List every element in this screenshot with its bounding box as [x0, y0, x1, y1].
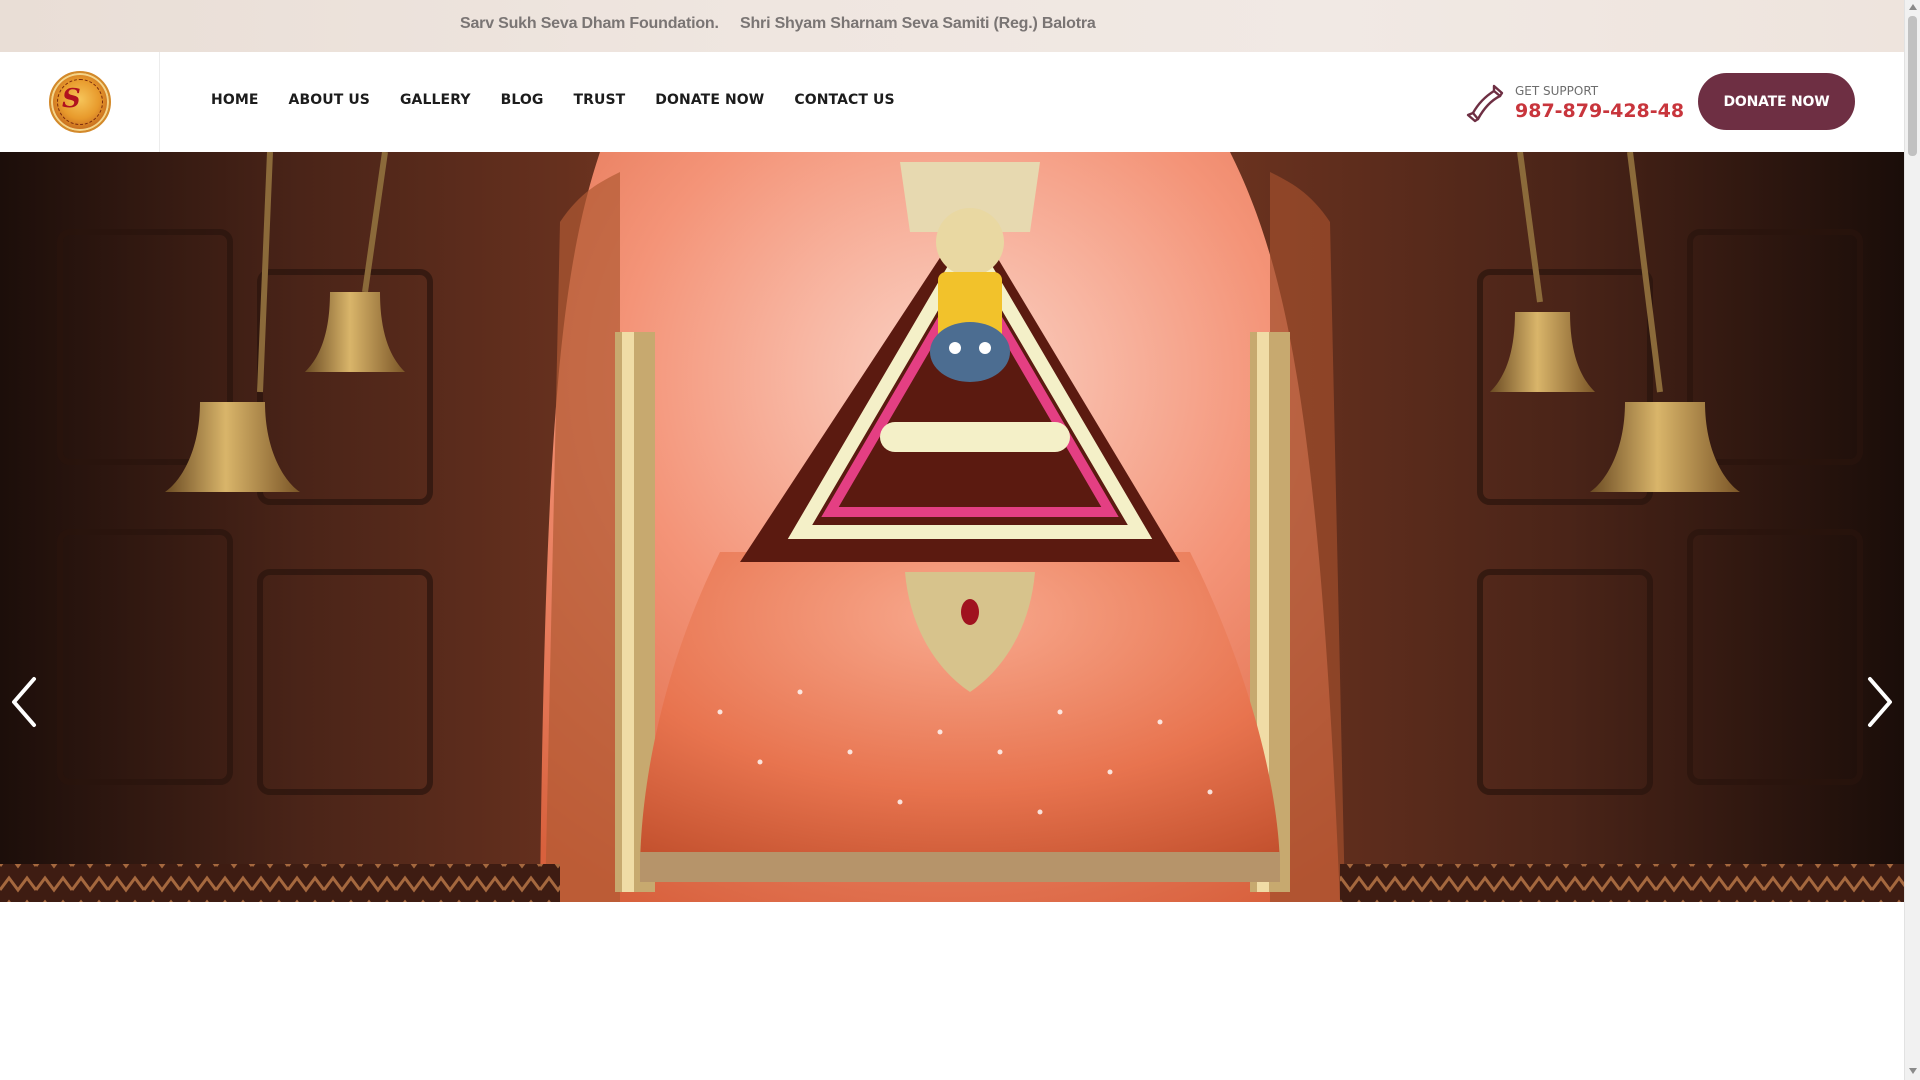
page-scrollbar[interactable] — [1904, 0, 1920, 1080]
nav-item-about-us[interactable]: ABOUT US — [289, 92, 370, 108]
nav-item-contact-us[interactable]: CONTACT US — [794, 92, 894, 108]
temple-shrine-with-bells-image — [0, 152, 1904, 902]
announcement-bar: Sarv Sukh Seva Dham Foundation. Shri Shy… — [0, 0, 1904, 52]
scroll-up-icon[interactable] — [1909, 4, 1917, 10]
scroll-down-icon[interactable] — [1909, 1068, 1917, 1074]
temple-logo-icon[interactable]: S — [49, 71, 111, 133]
nav-item-home[interactable]: HOME — [211, 92, 259, 108]
phone-icon — [1466, 84, 1504, 123]
support-phone-number[interactable]: 987-879-428-48 — [1515, 100, 1684, 122]
nav-item-donate-now[interactable]: DONATE NOW — [655, 92, 764, 108]
hero-slider — [0, 152, 1904, 902]
chevron-right-icon[interactable] — [1858, 667, 1902, 737]
nav-item-blog[interactable]: BLOG — [501, 92, 544, 108]
site-header: S HOME ABOUT US GALLERY BLOG TRUST DONAT… — [0, 52, 1904, 152]
chevron-left-icon[interactable] — [2, 667, 46, 737]
scrollbar-thumb[interactable] — [1908, 16, 1917, 156]
support-label: GET SUPPORT — [1515, 84, 1599, 98]
nav-item-gallery[interactable]: GALLERY — [400, 92, 471, 108]
nav-item-trust[interactable]: TRUST — [573, 92, 625, 108]
ticker-text: Shri Shyam Sharnam Seva Samiti (Reg.) Ba… — [740, 15, 1096, 32]
logo-container: S — [0, 52, 160, 152]
main-navigation: HOME ABOUT US GALLERY BLOG TRUST DONATE … — [211, 92, 895, 108]
donate-now-button[interactable]: DONATE NOW — [1698, 73, 1855, 130]
ticker-text: Sarv Sukh Seva Dham Foundation. — [460, 15, 719, 32]
support-contact[interactable]: GET SUPPORT 987-879-428-48 — [1464, 78, 1694, 128]
